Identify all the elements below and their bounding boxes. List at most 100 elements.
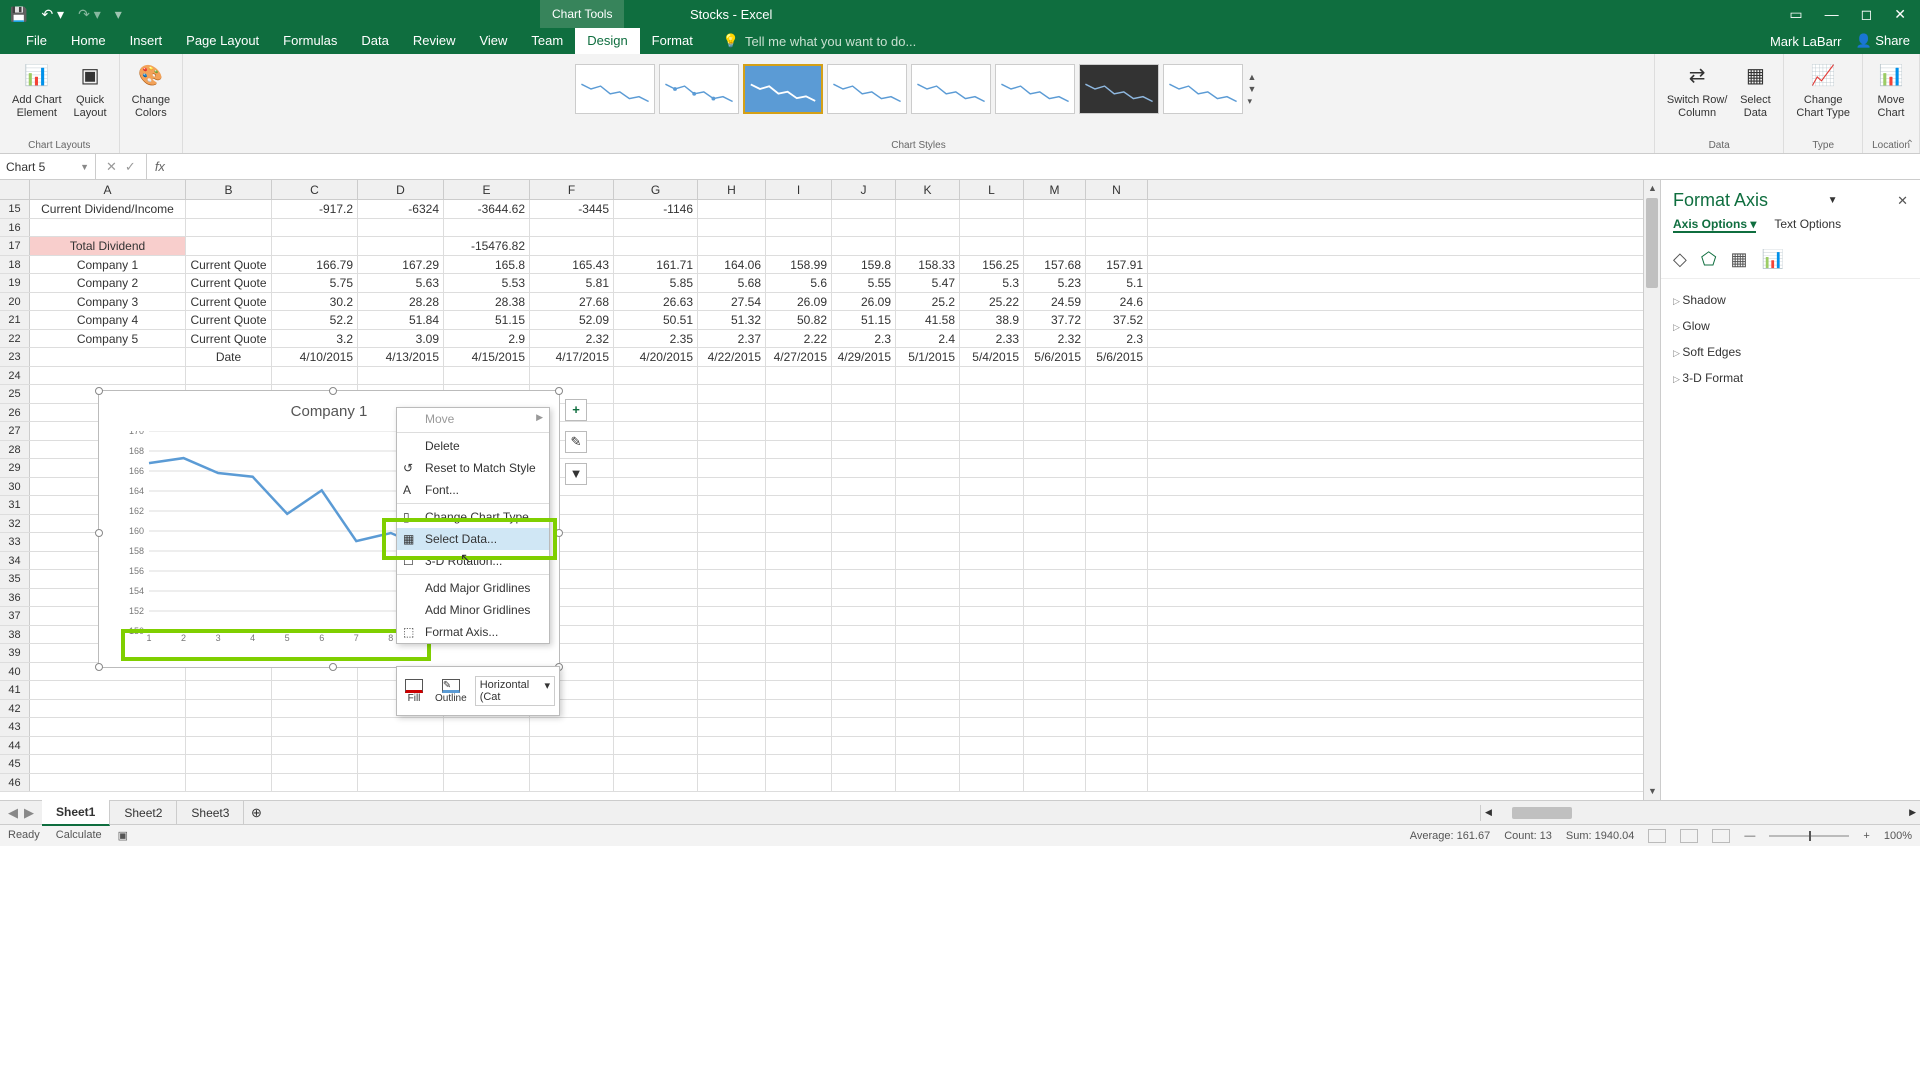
cell[interactable] — [614, 478, 698, 496]
worksheet-grid[interactable]: A B C D E F G H I J K L M N 15Current Di… — [0, 180, 1643, 800]
col-header-I[interactable]: I — [766, 180, 832, 199]
row-header[interactable]: 28 — [0, 441, 30, 459]
cell[interactable] — [1024, 718, 1086, 736]
cell[interactable] — [896, 496, 960, 514]
zoom-in-button[interactable]: + — [1863, 830, 1869, 842]
cell[interactable] — [960, 718, 1024, 736]
cell[interactable]: 4/10/2015 — [272, 348, 358, 366]
cell[interactable] — [832, 404, 896, 422]
cell[interactable] — [766, 459, 832, 477]
cell[interactable]: 4/27/2015 — [766, 348, 832, 366]
axis-options-icon[interactable]: 📊 — [1762, 249, 1784, 270]
cell[interactable] — [1024, 774, 1086, 792]
row-header[interactable]: 38 — [0, 626, 30, 644]
row-header[interactable]: 43 — [0, 718, 30, 736]
cell[interactable] — [896, 219, 960, 237]
cell[interactable] — [1024, 496, 1086, 514]
cell[interactable] — [186, 200, 272, 218]
tab-formulas[interactable]: Formulas — [271, 28, 349, 54]
cell[interactable] — [766, 700, 832, 718]
cell[interactable] — [698, 774, 766, 792]
cell[interactable] — [698, 441, 766, 459]
fill-button[interactable]: Fill — [401, 679, 427, 704]
cell[interactable] — [698, 570, 766, 588]
tab-view[interactable]: View — [467, 28, 519, 54]
row-header[interactable]: 29 — [0, 459, 30, 477]
cell[interactable]: 5.3 — [960, 274, 1024, 292]
sheet-tab-sheet2[interactable]: Sheet2 — [110, 801, 177, 825]
cell[interactable] — [832, 515, 896, 533]
cell[interactable]: 5.6 — [766, 274, 832, 292]
row-header[interactable]: 17 — [0, 237, 30, 255]
cell[interactable] — [832, 367, 896, 385]
chart-style-6[interactable] — [995, 64, 1075, 114]
cell[interactable] — [614, 552, 698, 570]
cell[interactable] — [614, 385, 698, 403]
cell[interactable] — [1024, 219, 1086, 237]
cell[interactable] — [960, 496, 1024, 514]
cell[interactable] — [832, 718, 896, 736]
cell[interactable] — [960, 589, 1024, 607]
cell[interactable] — [1086, 552, 1148, 570]
pane-section[interactable]: Glow — [1673, 313, 1908, 339]
cell[interactable]: 159.8 — [832, 256, 896, 274]
row-header[interactable]: 45 — [0, 755, 30, 773]
cell[interactable] — [1086, 681, 1148, 699]
cell[interactable]: 28.28 — [358, 293, 444, 311]
cell[interactable] — [614, 681, 698, 699]
share-button[interactable]: 👤 Share — [1855, 33, 1910, 49]
select-data-button[interactable]: ▦Select Data — [1735, 58, 1775, 122]
effects-icon[interactable]: ⬠ — [1701, 249, 1717, 270]
user-name[interactable]: Mark LaBarr — [1770, 34, 1842, 49]
cell[interactable]: 2.33 — [960, 330, 1024, 348]
cell[interactable]: 26.63 — [614, 293, 698, 311]
cell[interactable] — [30, 219, 186, 237]
change-chart-type-button[interactable]: 📈Change Chart Type — [1792, 58, 1854, 122]
cell[interactable] — [766, 589, 832, 607]
cell[interactable] — [832, 478, 896, 496]
collapse-ribbon-icon[interactable]: ⌃ — [1906, 139, 1914, 150]
chart-style-down-icon[interactable]: ▼ — [1247, 84, 1261, 94]
cell[interactable] — [832, 552, 896, 570]
cell[interactable] — [186, 219, 272, 237]
row-header[interactable]: 15 — [0, 200, 30, 218]
cell[interactable] — [960, 552, 1024, 570]
cell[interactable] — [1024, 404, 1086, 422]
cell[interactable] — [1024, 441, 1086, 459]
chart-style-7[interactable] — [1079, 64, 1159, 114]
cell[interactable] — [30, 718, 186, 736]
cell[interactable]: 4/20/2015 — [614, 348, 698, 366]
cell[interactable] — [1086, 737, 1148, 755]
cell[interactable]: 50.82 — [766, 311, 832, 329]
cell[interactable]: Company 3 — [30, 293, 186, 311]
cell[interactable]: 3.09 — [358, 330, 444, 348]
cell[interactable] — [1086, 385, 1148, 403]
col-header-J[interactable]: J — [832, 180, 896, 199]
cell[interactable] — [530, 219, 614, 237]
cell[interactable]: 28.38 — [444, 293, 530, 311]
cell[interactable] — [614, 237, 698, 255]
cell[interactable] — [1086, 404, 1148, 422]
cell[interactable] — [614, 755, 698, 773]
cell[interactable] — [832, 774, 896, 792]
cell[interactable] — [530, 237, 614, 255]
cell[interactable]: Company 5 — [30, 330, 186, 348]
cell[interactable] — [1086, 755, 1148, 773]
cell[interactable] — [614, 737, 698, 755]
cell[interactable] — [1024, 755, 1086, 773]
cell[interactable] — [832, 700, 896, 718]
cell[interactable] — [832, 219, 896, 237]
cell[interactable]: 51.84 — [358, 311, 444, 329]
size-props-icon[interactable]: ▦ — [1731, 249, 1748, 270]
ctx-item[interactable]: ↺Reset to Match Style — [397, 457, 549, 479]
cell[interactable]: 2.32 — [1024, 330, 1086, 348]
cell[interactable] — [1024, 607, 1086, 625]
cell[interactable] — [766, 533, 832, 551]
ctx-item[interactable]: Add Minor Gridlines — [397, 599, 549, 621]
cell[interactable] — [698, 589, 766, 607]
fx-icon[interactable]: fx — [147, 159, 173, 174]
cell[interactable] — [1024, 422, 1086, 440]
cell[interactable] — [272, 755, 358, 773]
cell[interactable]: 5.63 — [358, 274, 444, 292]
tab-team[interactable]: Team — [519, 28, 575, 54]
